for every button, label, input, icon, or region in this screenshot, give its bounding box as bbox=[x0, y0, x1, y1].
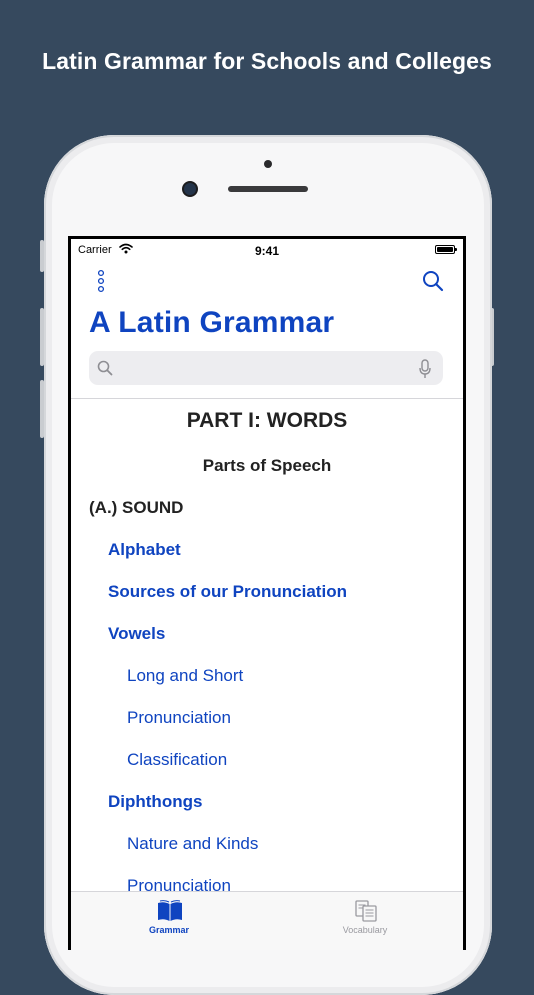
more-vertical-icon[interactable] bbox=[95, 269, 107, 295]
page-title: A Latin Grammar bbox=[89, 306, 335, 339]
tab-vocabulary[interactable]: Vocabulary bbox=[267, 892, 463, 950]
list-item[interactable]: Long and Short bbox=[127, 666, 463, 686]
tab-bar: Grammar Vocabulary bbox=[71, 891, 463, 950]
list-item[interactable]: Sources of our Pronunciation bbox=[108, 582, 463, 602]
app-screen: Carrier 9:41 A Latin Grammar PART I: WOR… bbox=[71, 239, 463, 950]
promo-headline: Latin Grammar for Schools and Colleges bbox=[42, 48, 492, 74]
status-bar: Carrier 9:41 bbox=[71, 239, 463, 261]
phone-screen: Carrier 9:41 A Latin Grammar PART I: WOR… bbox=[68, 236, 466, 950]
list-item[interactable]: Vowels bbox=[108, 624, 463, 644]
search-input[interactable] bbox=[121, 357, 405, 381]
front-camera bbox=[184, 183, 196, 195]
tab-grammar[interactable]: Grammar bbox=[71, 892, 267, 950]
tab-vocabulary-label: Vocabulary bbox=[342, 925, 388, 935]
chapter-subtitle: Parts of Speech bbox=[202, 456, 332, 475]
search-field-icon bbox=[97, 360, 113, 381]
cards-icon bbox=[353, 899, 379, 928]
list-item[interactable]: Diphthongs bbox=[108, 792, 463, 812]
contents-list: PART I: WORDS Parts of Speech (A.) SOUND… bbox=[71, 399, 463, 891]
tab-grammar-label: Grammar bbox=[148, 925, 190, 935]
list-item[interactable]: Classification bbox=[127, 750, 463, 770]
microphone-icon[interactable] bbox=[419, 359, 431, 384]
list-item[interactable]: Nature and Kinds bbox=[127, 834, 463, 854]
book-icon bbox=[157, 899, 183, 928]
part-title: PART I: WORDS bbox=[186, 409, 348, 432]
search-bar[interactable] bbox=[89, 351, 443, 385]
battery-icon bbox=[435, 245, 457, 254]
proximity-sensor bbox=[264, 160, 272, 168]
status-time: 9:41 bbox=[254, 244, 280, 258]
list-item[interactable]: Pronunciation bbox=[127, 708, 463, 728]
list-item[interactable]: Pronunciation bbox=[127, 876, 463, 891]
list-item[interactable]: Alphabet bbox=[108, 540, 463, 560]
section-heading: (A.) SOUND bbox=[89, 498, 184, 517]
search-icon[interactable] bbox=[421, 269, 445, 293]
earpiece-speaker bbox=[228, 186, 308, 192]
